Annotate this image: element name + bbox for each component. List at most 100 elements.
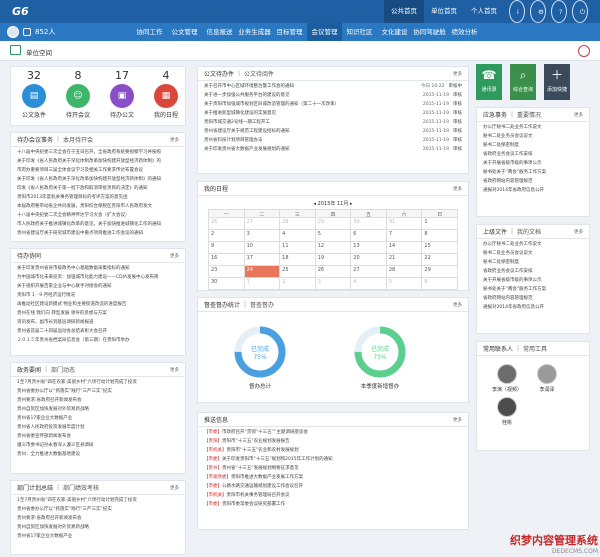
more-link[interactable]: 更多 — [453, 186, 462, 192]
calendar-day[interactable]: 30 — [209, 278, 245, 290]
menu-item[interactable]: 公文管理 — [167, 23, 202, 41]
more-link[interactable]: 更多 — [453, 417, 462, 423]
list-item[interactable]: 关于开展省级市级的事项公示 — [483, 159, 583, 168]
list-item[interactable]: 【市委】贵阳市委常委会议研究部署工作 — [204, 500, 462, 509]
calendar-day[interactable]: 21 — [386, 254, 423, 266]
list-item[interactable]: 贵州省17家企业大数据产业 — [17, 414, 179, 423]
tab-dept-perf[interactable]: 部门绩效考核 — [63, 483, 99, 492]
contact-item[interactable]: 桂彬 — [487, 397, 527, 426]
tab-dept-news[interactable]: 部门动态 — [51, 365, 75, 374]
calendar-day[interactable]: 5 — [315, 230, 352, 242]
list-item[interactable]: 办公厅秘书二处业务工作说文 — [483, 123, 583, 132]
calendar-day[interactable]: 15 — [422, 242, 458, 254]
calendar-day[interactable]: 5 — [386, 278, 423, 290]
calendar-day[interactable]: 30 — [351, 218, 387, 230]
tab-doc-todo[interactable]: 公文待办件 — [204, 69, 234, 78]
menu-item[interactable]: 业务生成器 — [237, 23, 272, 41]
tab-doc-read[interactable]: 公文待阅件 — [244, 69, 274, 78]
calendar-day[interactable]: 27 — [351, 266, 387, 278]
list-item[interactable]: 贵州自贸区加快发展对外贸易新战略 — [17, 405, 179, 414]
list-item[interactable]: 【贵阳】贵阳市“十三五”农业规划发展报告 — [204, 437, 462, 446]
calendar-day[interactable]: 7 — [386, 230, 423, 242]
clock-icon[interactable] — [578, 45, 590, 57]
list-item[interactable]: 再推动社区建设新模式 物业和主要街道改造的进度报告 — [17, 300, 179, 309]
doc-row[interactable]: 贵州省建设厅关于规范工程建设招标的通知 2015-11-19 审核 — [204, 127, 462, 136]
list-item[interactable]: 【市机关】贵阳市“十三五”农业和农村发展规划 — [204, 446, 462, 455]
calendar-day[interactable]: 18 — [280, 254, 316, 266]
calendar-day[interactable]: 4 — [280, 230, 316, 242]
menu-item[interactable]: 文化建设 — [377, 23, 412, 41]
calendar-day[interactable]: 1 — [244, 278, 281, 290]
calendar-day[interactable]: 11 — [280, 242, 316, 254]
list-item[interactable]: ２０１５年贵州省档案局信息会（第三期）在贵阳市举办 — [17, 336, 179, 345]
contact-item[interactable]: 李演（视频） — [487, 364, 527, 393]
list-item[interactable]: 市人民政府关于推进城镇化改革的意见，关于加快推进城镇化工作的通知 — [17, 220, 179, 229]
calendar-day[interactable]: 26 — [315, 266, 352, 278]
calendar-day[interactable]: 2 — [209, 230, 245, 242]
list-item[interactable]: 十八届中央纪委二次全会精神传达学习大会（扩大会议） — [17, 211, 179, 220]
tab-superior-docs[interactable]: 上级文件 — [483, 227, 507, 236]
calendar-day[interactable]: 28 — [280, 218, 316, 230]
doc-row[interactable]: 关于进一步加强公共服务平台的建设的意见 2015-11-19 审核 — [204, 91, 462, 100]
calendar-day[interactable]: 27 — [244, 218, 281, 230]
list-item[interactable]: 为中国城市化未来投资：加强城市化能力建设——CDIA发展中心发布简 — [17, 273, 179, 282]
stat-pending-docs[interactable]: 17 ▣ 待办公文 — [103, 69, 141, 119]
settings-icon[interactable]: ⚙ — [530, 0, 546, 23]
calendar-day[interactable]: 23 — [209, 266, 245, 278]
calendar-day[interactable]: 25 — [280, 266, 316, 278]
calendar-day[interactable]: 12 — [315, 242, 352, 254]
list-item[interactable]: 1至7月贵州省“四在农家·美丽乡村”六项行动计划完成了投资 — [17, 378, 179, 387]
more-link[interactable]: 更多 — [574, 112, 583, 118]
list-item[interactable]: 关于开展省级市级的事项公示 — [483, 276, 583, 285]
tab-supervise[interactable]: 督查督办 — [250, 300, 274, 309]
doc-row[interactable]: 关于召开市中心区域环境整治暨工作会的通知 今日 10:22 审核中 — [204, 82, 462, 91]
list-item[interactable]: 贵州：全力推进大数据基地建设 — [17, 450, 179, 459]
tab-dept-plan[interactable]: 部门计划总结 — [17, 483, 53, 492]
doc-row[interactable]: 贵阳市城交通2号线一期工程开工 2015-11-19 审核 — [204, 118, 462, 127]
calendar-day[interactable]: 3 — [315, 278, 352, 290]
list-item[interactable]: 关于印发《省人民政府关于深化体制改革加快构建开放型经济新体制》的 — [17, 157, 179, 166]
help-icon[interactable]: ? — [551, 0, 567, 23]
list-item[interactable]: 贵州省17家企业大数据产业 — [17, 532, 179, 541]
calendar-day[interactable]: 13 — [351, 242, 387, 254]
list-item[interactable]: 关于印发《省人民政府关于深化改革加快构建开放型经济新体制》的通知 — [17, 175, 179, 184]
tab-important[interactable]: 重要情况 — [517, 110, 541, 119]
calendar-day[interactable]: 2 — [280, 278, 316, 290]
menu-item[interactable]: 信息报送 — [202, 23, 237, 41]
calendar-day[interactable]: 19 — [315, 254, 352, 266]
phonebook-button[interactable]: ☎ 通讯录 — [476, 64, 502, 100]
power-icon[interactable]: ⏻ — [572, 0, 588, 23]
more-link[interactable]: 更多 — [170, 253, 179, 259]
calendar-day[interactable]: 6 — [351, 230, 387, 242]
list-item[interactable]: 秘书二处保密制度 — [483, 141, 583, 150]
list-item[interactable]: 资讯发布，副市长到基层调研新闻报道 — [17, 318, 179, 327]
calendar-day[interactable]: 10 — [244, 242, 281, 254]
tab-gov-news[interactable]: 政务要闻 — [17, 365, 41, 374]
calendar-day[interactable]: 8 — [422, 230, 458, 242]
list-item[interactable]: 贵州省建设厅关于研究城市建设中重点项目推进工作会议的通知 — [17, 229, 179, 238]
list-item[interactable]: 贵州要求:省政府召开新闻发布会 — [17, 514, 179, 523]
list-item[interactable]: 贵州省首届二十四届运动会总结表彰大会召开 — [17, 327, 179, 336]
list-item[interactable]: 贵州要求:省政府召开新闻发布会 — [17, 396, 179, 405]
list-item[interactable]: 关于组织开展百家企业与中心联手对接会的通知 — [17, 282, 179, 291]
list-item[interactable]: 印发《省人民政府关于第一批下放和取消审批项目的决定》的通知 — [17, 184, 179, 193]
list-item[interactable]: 贵州省委办公厅以“抓落实”践行“三严三实”纪实 — [17, 387, 179, 396]
list-item[interactable]: 【市委】关于印发贵阳市“十三五”规划和2015年工作计划的通知 — [204, 455, 462, 464]
more-link[interactable]: 更多 — [170, 367, 179, 373]
home-icon[interactable] — [10, 45, 21, 55]
user-avatar[interactable] — [7, 26, 19, 38]
list-item[interactable]: 贵阳市2013年度机关事务管理目标的考评方案的意见函 — [17, 193, 179, 202]
list-item[interactable]: 贵州在线 我们向 转型发展 领导的思想与方案 — [17, 309, 179, 318]
list-item[interactable]: 关于印发贵州省县市级政务中心基础数据采集指标的通知 — [17, 264, 179, 273]
list-item[interactable]: 贵州省委宣传部新闻发布会 — [17, 432, 179, 441]
list-item[interactable]: 【市委】市政府召开“贯彻“十三五””主题调研座谈会 — [204, 428, 462, 437]
list-item[interactable]: 省政府业务会议工作安排 — [483, 267, 583, 276]
doc-row[interactable]: 贵州省科技计划项目管理办法 2015-11-19 审核 — [204, 136, 462, 145]
calendar-day[interactable]: 3 — [244, 230, 281, 242]
tab-emergency[interactable]: 应急事务 — [483, 110, 507, 119]
calendar-day[interactable]: 29 — [422, 266, 458, 278]
list-item[interactable]: 贵州省人民政府投资发展年度计划 — [17, 423, 179, 432]
more-link[interactable]: 更多 — [453, 71, 462, 77]
list-item[interactable]: 秘书处关于“两会”服务工作方案 — [483, 168, 583, 177]
doc-row[interactable]: 关于贵阳市加强城市规划区旧城改造管理的通知（第二十一次改革） 2015-11-19… — [204, 100, 462, 109]
